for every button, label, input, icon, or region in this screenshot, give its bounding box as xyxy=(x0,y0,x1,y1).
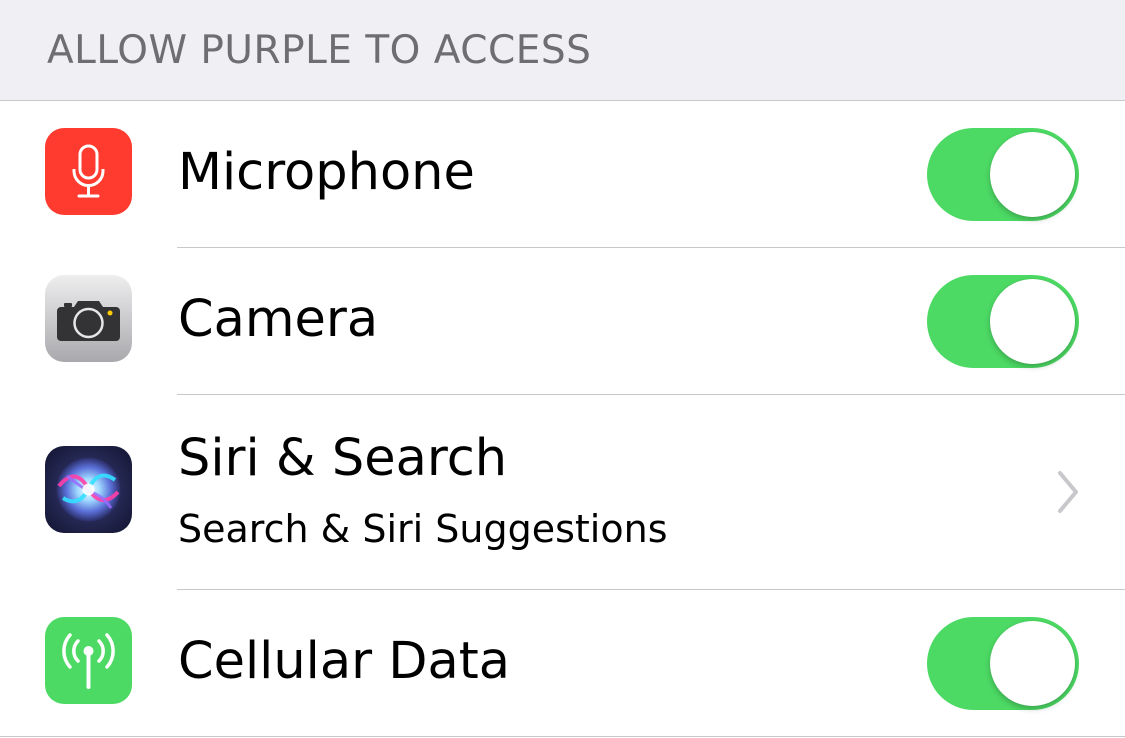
row-title: Microphone xyxy=(178,143,475,202)
row-cellular-data[interactable]: Cellular Data xyxy=(0,590,1125,737)
row-title: Camera xyxy=(178,290,379,349)
cellular-antenna-icon xyxy=(45,617,132,704)
siri-icon xyxy=(45,446,132,533)
row-subtitle: Search & Siri Suggestions xyxy=(178,507,668,551)
separator xyxy=(0,736,1125,737)
camera-icon xyxy=(45,275,132,362)
toggle-knob xyxy=(990,621,1075,706)
row-camera[interactable]: Camera xyxy=(0,248,1125,394)
camera-toggle[interactable] xyxy=(927,275,1079,368)
row-title: Siri & Search xyxy=(178,429,508,488)
microphone-toggle[interactable] xyxy=(927,128,1079,221)
toggle-knob xyxy=(990,132,1075,217)
section-header: ALLOW PURPLE TO ACCESS xyxy=(0,0,1125,101)
microphone-icon xyxy=(45,128,132,215)
row-siri-search[interactable]: Siri & Search Search & Siri Suggestions xyxy=(0,395,1125,589)
chevron-right-icon xyxy=(1058,471,1078,513)
row-title: Cellular Data xyxy=(178,632,511,691)
row-microphone[interactable]: Microphone xyxy=(0,101,1125,247)
section-header-label: ALLOW PURPLE TO ACCESS xyxy=(47,28,592,73)
toggle-knob xyxy=(990,279,1075,364)
cellular-data-toggle[interactable] xyxy=(927,617,1079,710)
